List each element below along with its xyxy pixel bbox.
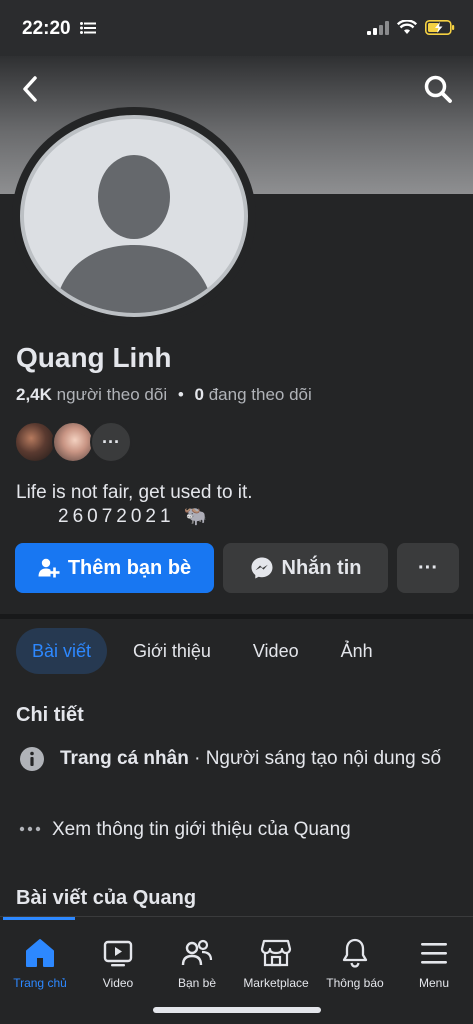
nav-friends-label: Bạn bè (177, 976, 217, 990)
profile-name: Quang Linh (16, 342, 172, 373)
see-about-link[interactable]: Xem thông tin giới thiệu của Quang (16, 817, 452, 849)
active-tab-indicator (3, 917, 75, 920)
home-icon (26, 939, 54, 967)
detail-page-type: Trang cá nhân · Người sáng tạo nội dung … (16, 746, 460, 778)
friends-icon (181, 939, 213, 966)
nav-marketplace[interactable]: Marketplace (236, 937, 316, 990)
nav-home[interactable]: Trang chủ (0, 937, 80, 990)
tab-video[interactable]: Video (237, 628, 315, 674)
following-count: 0 (194, 385, 204, 404)
nav-home-label: Trang chủ (13, 976, 67, 990)
profile-tabs: Bài viết Giới thiệu Video Ảnh (16, 628, 399, 674)
person-silhouette-icon (54, 155, 214, 313)
info-icon (20, 747, 44, 771)
nav-friends[interactable]: Bạn bè (157, 937, 237, 990)
add-friend-label: Thêm bạn bè (67, 556, 192, 579)
details-title: Chi tiết (16, 704, 84, 726)
nav-notifications[interactable]: Thông báo (315, 937, 395, 990)
signal-icon (367, 20, 389, 35)
more-options-button[interactable]: ··· (397, 543, 459, 593)
menu-icon (421, 943, 447, 964)
list-icon (80, 22, 96, 34)
nav-video-label: Video (102, 976, 134, 990)
battery-charging-icon (425, 20, 455, 35)
add-friend-button[interactable]: Thêm bạn bè (15, 543, 214, 593)
back-icon[interactable] (18, 74, 44, 104)
tab-posts[interactable]: Bài viết (16, 628, 108, 674)
status-bar: 22:20 (0, 0, 473, 56)
nav-notifications-label: Thông báo (326, 976, 384, 990)
section-divider (0, 614, 473, 619)
status-time: 22:20 (22, 18, 71, 39)
message-label: Nhắn tin (281, 556, 362, 579)
nav-marketplace-label: Marketplace (243, 976, 309, 990)
stats-separator: • (177, 385, 184, 404)
home-indicator (153, 1007, 321, 1013)
nav-video[interactable]: Video (78, 937, 158, 990)
friend-avatar[interactable] (52, 421, 94, 463)
tab-photos[interactable]: Ảnh (325, 628, 389, 674)
ellipsis-icon (19, 826, 41, 832)
message-button[interactable]: Nhắn tin (223, 543, 388, 593)
nav-menu[interactable]: Menu (394, 937, 473, 990)
bio-line: 26072021 🐃 (58, 506, 212, 527)
follow-stats[interactable]: 2,4K người theo dõi • 0 đang theo dõi (16, 385, 312, 405)
profile-avatar[interactable] (12, 107, 256, 325)
friends-more-button[interactable]: ··· (90, 421, 132, 463)
search-icon[interactable] (423, 74, 453, 104)
see-about-label: Xem thông tin giới thiệu của Quang (52, 819, 351, 840)
page-type-value: · Người sáng tạo nội dung số (188, 748, 442, 769)
marketplace-icon (260, 939, 292, 967)
bell-icon (342, 938, 368, 968)
add-friend-icon (38, 558, 60, 578)
friend-avatar[interactable] (14, 421, 56, 463)
page-type-label: Trang cá nhân (60, 748, 189, 769)
friends-preview[interactable]: ··· (14, 421, 132, 463)
messenger-icon (251, 557, 272, 579)
default-avatar-silhouette (20, 115, 248, 317)
tab-about[interactable]: Giới thiệu (117, 628, 227, 674)
bio-line: Life is not fair, get used to it. (16, 482, 253, 503)
followers-label: người theo dõi (56, 385, 168, 404)
posts-title: Bài viết của Quang (16, 887, 197, 909)
wifi-icon (397, 20, 417, 34)
following-label: đang theo dõi (208, 385, 312, 404)
nav-menu-label: Menu (418, 976, 450, 990)
followers-count: 2,4K (16, 385, 52, 404)
video-icon (103, 940, 133, 967)
